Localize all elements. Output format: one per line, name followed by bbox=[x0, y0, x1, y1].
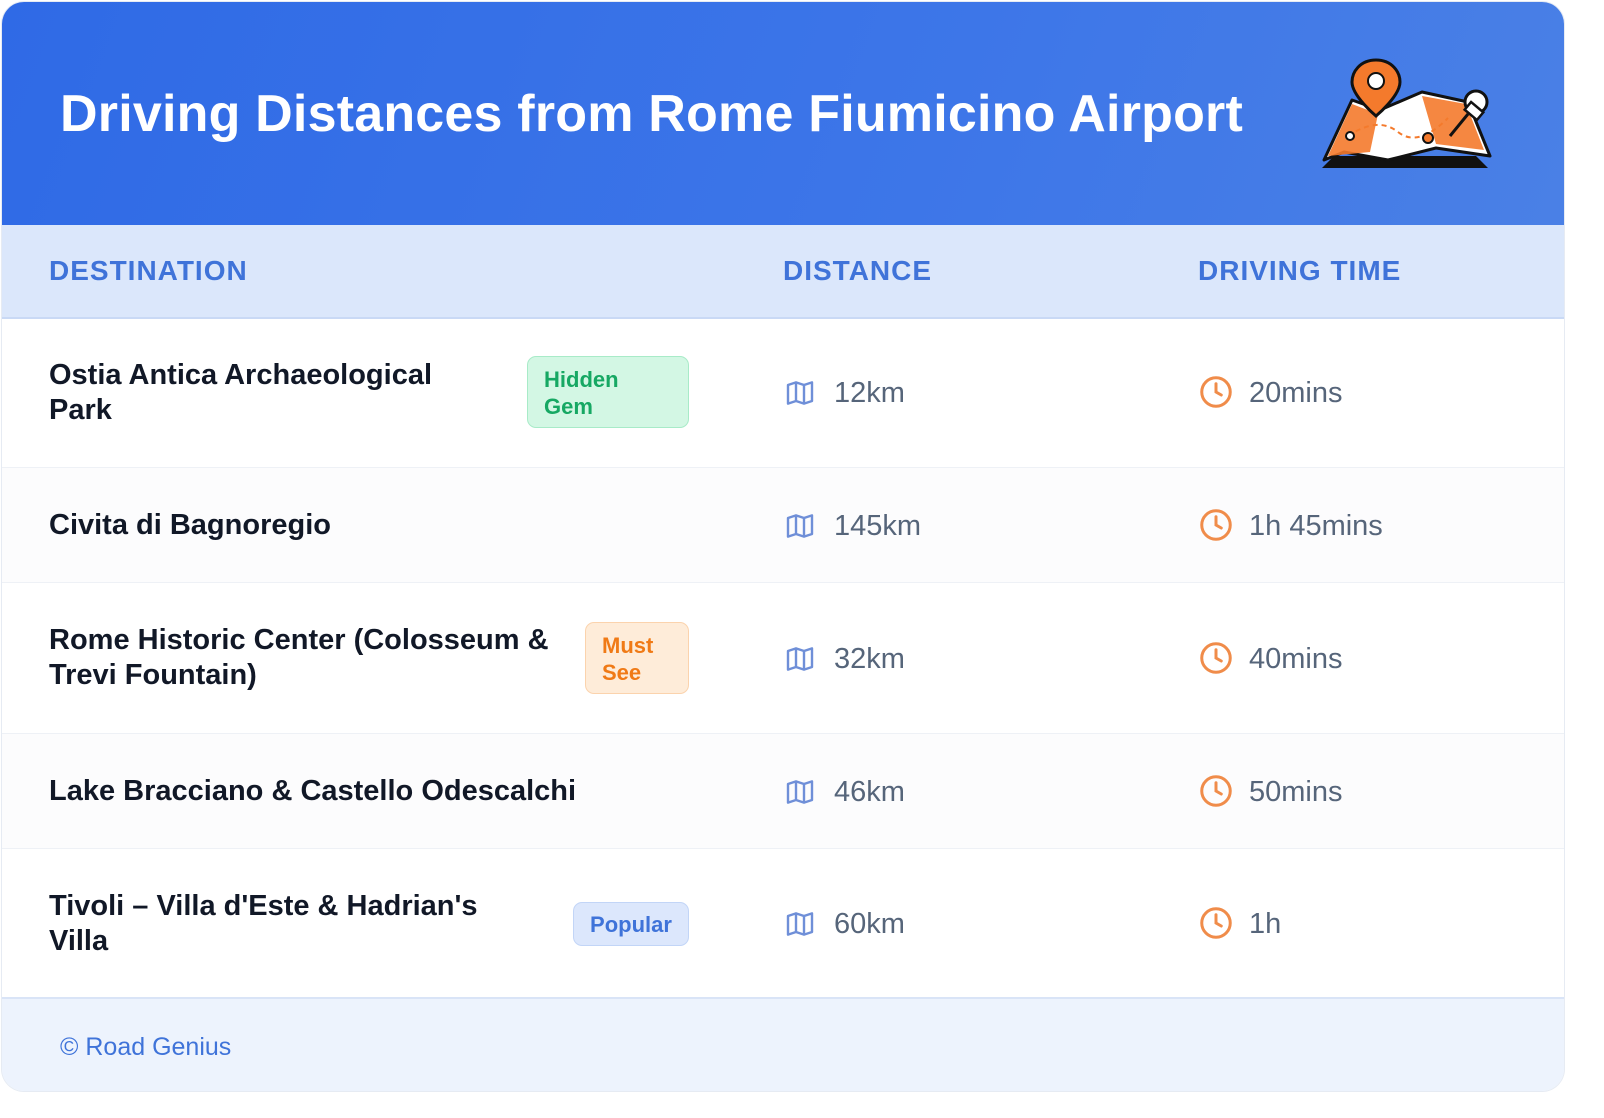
distance-value: 60km bbox=[834, 908, 905, 940]
destination-name: Civita di Bagnoregio bbox=[49, 508, 331, 543]
footer-credit: © Road Genius bbox=[60, 1033, 232, 1061]
distance-card: Driving Distances from Rome Fiumicino Ai… bbox=[2, 2, 1564, 1091]
destination-name: Lake Bracciano & Castello Odescalchi bbox=[49, 774, 576, 809]
table-row: Tivoli – Villa d'Este & Hadrian's Villa … bbox=[2, 849, 1564, 997]
destination-line: Ostia Antica Archaeological bbox=[49, 359, 433, 391]
destination-line: Tivoli – Villa d'Este & Hadrian's bbox=[49, 890, 478, 922]
badge-line: Hidden bbox=[544, 367, 619, 392]
destination-line: Trevi Fountain) bbox=[49, 659, 257, 691]
destination-line: Park bbox=[49, 394, 112, 426]
card-header: Driving Distances from Rome Fiumicino Ai… bbox=[2, 2, 1564, 225]
destination-name: Rome Historic Center (Colosseum & Trevi … bbox=[49, 623, 549, 693]
badge-line: See bbox=[602, 660, 642, 685]
destination-line: Villa bbox=[49, 925, 109, 957]
badge-hidden-gem: Hidden Gem bbox=[527, 356, 689, 428]
table-row: Rome Historic Center (Colosseum & Trevi … bbox=[2, 583, 1564, 734]
map-icon bbox=[786, 912, 814, 936]
badge-line: Must bbox=[602, 633, 654, 658]
table-row: Civita di Bagnoregio 145km 1h 45mins bbox=[2, 468, 1564, 583]
badge-line: Popular bbox=[590, 912, 672, 937]
clock-icon bbox=[1200, 775, 1232, 807]
table-row: Lake Bracciano & Castello Odescalchi 46k… bbox=[2, 734, 1564, 849]
distance-value: 32km bbox=[834, 643, 905, 675]
clock-icon bbox=[1200, 376, 1232, 408]
driving-time-value: 50mins bbox=[1249, 776, 1343, 808]
clock-icon bbox=[1200, 642, 1232, 674]
map-icon bbox=[786, 381, 814, 405]
driving-time-value: 1h bbox=[1249, 908, 1282, 940]
destination-line: Rome Historic Center (Colosseum & bbox=[49, 624, 549, 656]
driving-time-value: 1h 45mins bbox=[1249, 510, 1383, 542]
destination-line: Lake Bracciano & Castello Odescalchi bbox=[49, 775, 577, 807]
column-header-driving-time: DRIVING TIME bbox=[1198, 255, 1402, 286]
driving-time-value: 40mins bbox=[1249, 643, 1343, 675]
distance-value: 12km bbox=[834, 377, 905, 409]
table-row: Ostia Antica Archaeological Park Hidden … bbox=[2, 318, 1564, 468]
clock-icon bbox=[1200, 907, 1232, 939]
driving-time-value: 20mins bbox=[1249, 377, 1343, 409]
destination-line: Civita di Bagnoregio bbox=[49, 509, 331, 541]
distance-value: 145km bbox=[834, 510, 922, 542]
badge-must-see: Must See bbox=[585, 622, 689, 694]
column-header-distance: DISTANCE bbox=[783, 255, 933, 286]
card-footer: © Road Genius bbox=[2, 997, 1564, 1091]
table-header: DESTINATION DISTANCE DRIVING TIME bbox=[2, 225, 1564, 319]
column-header-destination: DESTINATION bbox=[49, 255, 248, 286]
map-pin-illustration bbox=[1322, 58, 1492, 168]
page-title: Driving Distances from Rome Fiumicino Ai… bbox=[60, 85, 1244, 143]
destination-name: Ostia Antica Archaeological Park bbox=[49, 358, 432, 428]
badge-popular: Popular bbox=[573, 902, 689, 946]
distance-value: 46km bbox=[834, 776, 905, 808]
map-icon bbox=[786, 514, 814, 538]
map-icon bbox=[786, 780, 814, 804]
destination-name: Tivoli – Villa d'Este & Hadrian's Villa bbox=[49, 889, 478, 959]
badge-line: Gem bbox=[544, 394, 593, 419]
map-icon bbox=[786, 647, 814, 671]
clock-icon bbox=[1200, 509, 1232, 541]
